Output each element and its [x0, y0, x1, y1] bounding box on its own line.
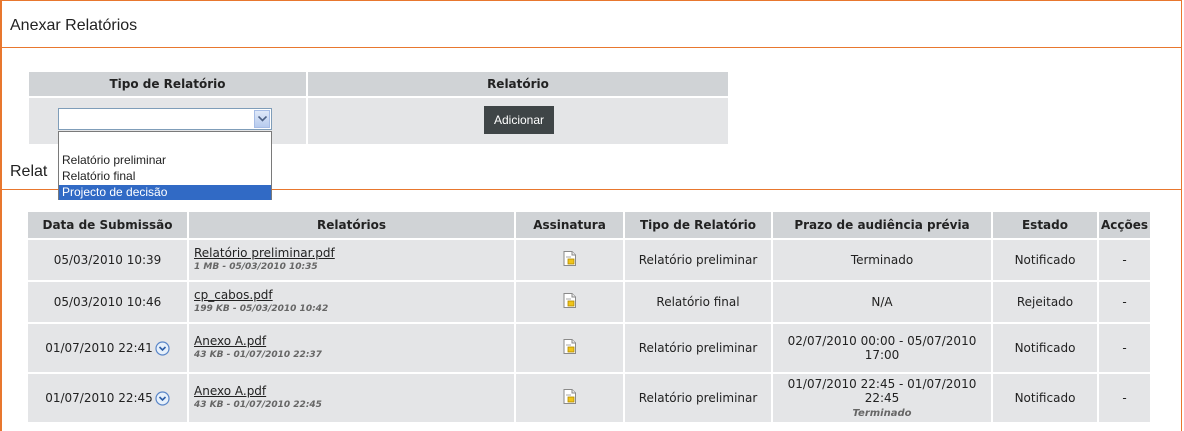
col-header-data: Data de Submissão: [28, 212, 187, 238]
actions: -: [1099, 324, 1150, 372]
submission-date: 01/07/2010 22:41: [28, 324, 187, 372]
submission-date: 05/03/2010 10:46: [28, 282, 187, 322]
report-type: Relatório preliminar: [625, 374, 771, 422]
col-header-assinatura: Assinatura: [516, 212, 623, 238]
col-header-accoes: Acções: [1099, 212, 1150, 238]
submission-date: 05/03/2010 10:39: [28, 240, 187, 280]
reports-section-title: Relat: [10, 163, 48, 180]
report-file-link[interactable]: Relatório preliminar.pdf: [194, 246, 335, 260]
submission-date-text: 01/07/2010 22:45: [45, 390, 153, 405]
col-header-relatorios: Relatórios: [189, 212, 514, 238]
report-file-cell: Anexo A.pdf 43 KB - 01/07/2010 22:37: [189, 324, 514, 372]
report-type: Relatório final: [625, 282, 771, 322]
actions: -: [1099, 282, 1150, 322]
deadline-note: Terminado: [852, 408, 912, 419]
dropdown-option-preliminar[interactable]: Relatório preliminar: [59, 153, 271, 168]
status: Notificado: [993, 374, 1097, 422]
table-row: 05/03/2010 10:39 Relatório preliminar.pd…: [28, 240, 1150, 280]
submission-date: 01/07/2010 22:45: [28, 374, 187, 422]
col-header-prazo: Prazo de audiência prévia: [773, 212, 991, 238]
table-row: 05/03/2010 10:46 cp_cabos.pdf 199 KB - 0…: [28, 282, 1150, 322]
table-row: 01/07/2010 22:45 Anexo A.pdf 43 KB - 01/…: [28, 374, 1150, 422]
dropdown-option-final[interactable]: Relatório final: [59, 169, 271, 184]
chevron-down-icon[interactable]: [254, 110, 270, 128]
report-file-cell: Relatório preliminar.pdf 1 MB - 05/03/20…: [189, 240, 514, 280]
attach-divider: [2, 47, 1182, 48]
report-file-meta: 43 KB - 01/07/2010 22:45: [194, 400, 322, 410]
report-file-link[interactable]: Anexo A.pdf: [194, 384, 266, 398]
actions: -: [1099, 374, 1150, 422]
attach-section-title: Anexar Relatórios: [10, 17, 138, 34]
status: Notificado: [993, 240, 1097, 280]
report-file-link[interactable]: cp_cabos.pdf: [194, 288, 273, 302]
report-file-meta: 43 KB - 01/07/2010 22:37: [194, 350, 322, 360]
report-file-link[interactable]: Anexo A.pdf: [194, 334, 266, 348]
table-row: 01/07/2010 22:41 Anexo A.pdf 43 KB - 01/…: [28, 324, 1150, 372]
deadline: Terminado: [773, 240, 991, 280]
status: Rejeitado: [993, 282, 1097, 322]
submission-date-text: 01/07/2010 22:41: [45, 340, 153, 355]
report-file-meta: 1 MB - 05/03/2010 10:35: [194, 262, 318, 272]
deadline-range: 01/07/2010 22:45 - 01/07/2010 22:45: [787, 377, 977, 405]
submission-date-text: 05/03/2010 10:39: [53, 253, 162, 267]
status: Notificado: [993, 324, 1097, 372]
actions: -: [1099, 240, 1150, 280]
col-header-tipo: Tipo de Relatório: [29, 72, 306, 96]
signature-cell: [516, 324, 623, 372]
signed-document-icon[interactable]: [563, 389, 576, 404]
deadline: 01/07/2010 22:45 - 01/07/2010 22:45 Term…: [773, 374, 991, 422]
signature-cell: [516, 282, 623, 322]
deadline-range: 02/07/2010 00:00 - 05/07/2010 17:00: [787, 334, 977, 362]
signature-cell: [516, 374, 623, 422]
add-button[interactable]: Adicionar: [484, 106, 554, 134]
signature-cell: [516, 240, 623, 280]
col-header-estado: Estado: [993, 212, 1097, 238]
signed-document-icon[interactable]: [563, 339, 576, 354]
clock-icon[interactable]: [155, 390, 170, 406]
deadline: 02/07/2010 00:00 - 05/07/2010 17:00: [773, 324, 991, 372]
clock-icon[interactable]: [155, 340, 170, 356]
col-header-tipo-relatorio: Tipo de Relatório: [625, 212, 771, 238]
report-file-cell: cp_cabos.pdf 199 KB - 05/03/2010 10:42: [189, 282, 514, 322]
signed-document-icon[interactable]: [563, 251, 576, 266]
report-file-meta: 199 KB - 05/03/2010 10:42: [194, 304, 329, 314]
col-header-relatorio: Relatório: [308, 72, 728, 96]
report-file-cell: Anexo A.pdf 43 KB - 01/07/2010 22:45: [189, 374, 514, 422]
submission-date-text: 05/03/2010 10:46: [53, 295, 162, 309]
tipo-dropdown-list: Relatório preliminar Relatório final Pro…: [58, 131, 272, 200]
deadline: N/A: [773, 282, 991, 322]
tipo-select[interactable]: [58, 108, 272, 130]
dropdown-option-projecto[interactable]: Projecto de decisão: [59, 185, 271, 200]
report-type: Relatório preliminar: [625, 324, 771, 372]
reports-table: Data de Submissão Relatórios Assinatura …: [26, 210, 1152, 424]
signed-document-icon[interactable]: [563, 293, 576, 308]
report-type: Relatório preliminar: [625, 240, 771, 280]
